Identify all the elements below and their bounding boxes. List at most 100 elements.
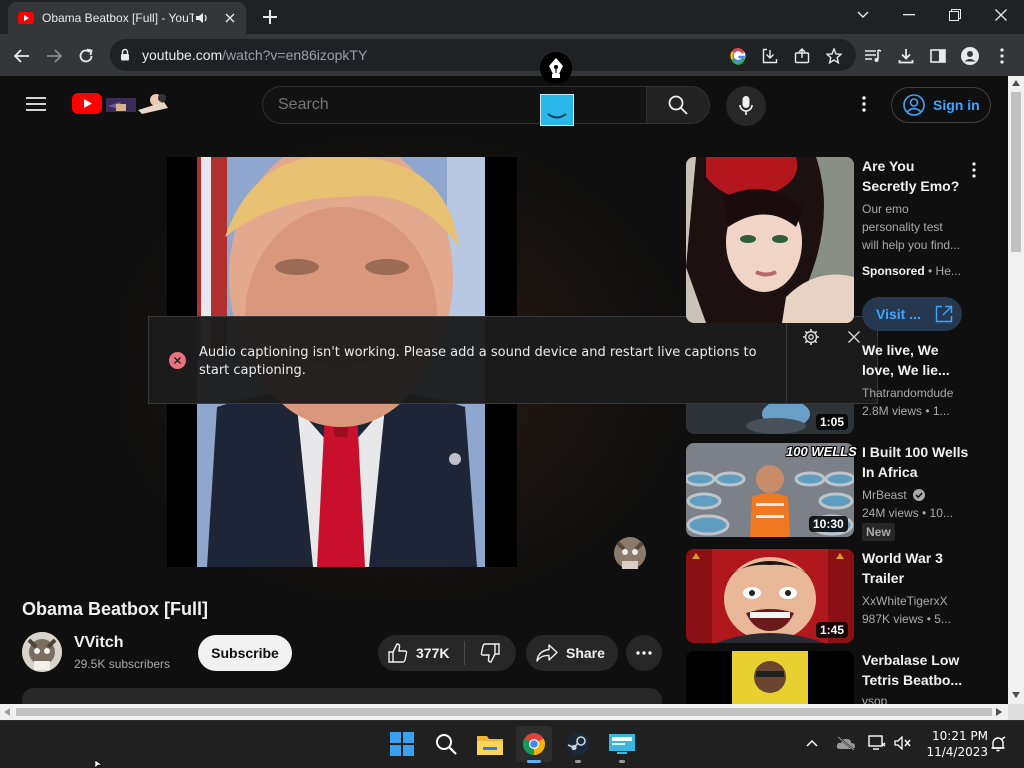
smile-extension-icon[interactable]: [540, 94, 574, 126]
video-stats: 24M views • 10...: [862, 506, 953, 520]
scroll-right-arrow-icon[interactable]: [996, 708, 1002, 716]
bookmark-star-icon[interactable]: [822, 44, 846, 68]
share-button[interactable]: Share: [526, 635, 618, 671]
onedrive-offline-icon[interactable]: [836, 736, 856, 750]
like-count: 377K: [416, 645, 450, 661]
url-path: /watch?v=en86izopkTY: [222, 47, 368, 63]
sign-in-button[interactable]: Sign in: [891, 87, 991, 123]
visit-label: Visit ...: [876, 306, 921, 322]
microphone-icon: [739, 96, 753, 115]
search-icon: [668, 95, 688, 115]
visit-advertiser-button[interactable]: Visit ...: [862, 297, 962, 331]
profile-icon[interactable]: [958, 44, 982, 68]
forward-arrow-icon[interactable]: [41, 43, 67, 69]
install-app-icon[interactable]: [758, 44, 782, 68]
windows-start-icon[interactable]: [384, 726, 420, 762]
channel-name[interactable]: VVitch: [74, 634, 124, 652]
side-panel-icon[interactable]: [926, 44, 950, 68]
rdp-running-indicator: [619, 760, 625, 763]
pen-nib-extension-icon[interactable]: [540, 52, 572, 84]
lock-icon[interactable]: [120, 48, 130, 61]
video-duration: 10:30: [809, 516, 848, 532]
back-arrow-icon[interactable]: [9, 43, 35, 69]
thumbnail-image: [686, 651, 854, 704]
scrollbar-corner: [1008, 704, 1024, 720]
chrome-menu-icon[interactable]: [990, 44, 1014, 68]
network-icon[interactable]: [868, 735, 886, 751]
horizontal-scroll-thumb[interactable]: [16, 708, 992, 716]
chrome-taskbar-icon[interactable]: [516, 726, 552, 762]
ad-thumbnail-image: [686, 157, 854, 323]
hamburger-menu-icon[interactable]: [26, 96, 46, 112]
tray-chevron-up-icon[interactable]: [806, 739, 818, 747]
ad-sponsor-line: Sponsored • He...: [862, 264, 961, 278]
video-title-link[interactable]: I Built 100 Wells In Africa: [862, 442, 972, 482]
google-lens-icon[interactable]: [726, 44, 750, 68]
video-title-link[interactable]: We live, We love, We lie...: [862, 340, 972, 380]
ad-title[interactable]: Are You Secretly Emo?: [862, 156, 972, 196]
minimize-icon[interactable]: [886, 0, 932, 30]
ad-description: Our emo personality test will help you f…: [862, 202, 961, 252]
search-button[interactable]: [646, 86, 710, 124]
media-control-icon[interactable]: [861, 44, 885, 68]
file-explorer-icon[interactable]: [472, 726, 508, 762]
verified-check-icon: [912, 489, 925, 501]
search-input[interactable]: [278, 96, 518, 114]
mouse-cursor-icon: [95, 760, 103, 768]
url-text[interactable]: youtube.com/watch?v=en86izopkTY: [142, 47, 367, 63]
account-icon: [903, 94, 925, 116]
tab-close-icon[interactable]: [222, 10, 238, 26]
volume-muted-icon[interactable]: [894, 736, 912, 750]
steam-running-indicator: [575, 760, 581, 763]
video-title-link[interactable]: Verbalase Low Tetris Beatbo...: [862, 650, 972, 690]
subscribe-button[interactable]: Subscribe: [198, 635, 292, 671]
youtube-logo-icon[interactable]: [72, 90, 170, 116]
like-separator: [464, 641, 465, 665]
channel-label[interactable]: vsop: [862, 692, 972, 704]
error-icon: [169, 352, 186, 369]
scroll-left-arrow-icon[interactable]: [4, 708, 10, 716]
reload-icon[interactable]: [73, 43, 99, 69]
video-stats: 2.8M views • 1...: [862, 404, 950, 418]
video-stats: 987K views • 5...: [862, 612, 951, 626]
share-page-icon[interactable]: [790, 44, 814, 68]
channel-watermark-icon[interactable]: [612, 535, 648, 571]
more-actions-button[interactable]: [626, 635, 662, 671]
channel-row[interactable]: MrBeast: [862, 486, 972, 504]
caption-divider: [786, 318, 787, 402]
voice-search-button[interactable]: [726, 86, 766, 126]
channel-avatar[interactable]: [22, 632, 62, 672]
gear-icon[interactable]: [800, 326, 822, 348]
steam-icon[interactable]: [560, 726, 596, 762]
ad-thumbnail[interactable]: [686, 157, 854, 323]
restore-icon[interactable]: [932, 0, 978, 30]
notification-bell-icon[interactable]: [990, 736, 1006, 752]
speaker-icon[interactable]: [194, 10, 210, 26]
thumbs-down-icon: [480, 643, 500, 663]
dislike-button[interactable]: [466, 635, 514, 671]
taskbar-clock[interactable]: 10:21 PM 11/4/2023: [918, 728, 988, 760]
ad-menu-icon[interactable]: [972, 162, 976, 178]
new-tab-icon[interactable]: [258, 6, 282, 28]
browser-tab[interactable]: Obama Beatbox [Full] - YouTube: [8, 2, 246, 34]
channel-label[interactable]: Thatrandomdude: [862, 384, 972, 402]
downloads-icon[interactable]: [894, 44, 918, 68]
video-duration: 1:45: [816, 622, 849, 638]
like-button[interactable]: 377K: [378, 635, 464, 671]
taskbar-search-icon[interactable]: [428, 726, 464, 762]
remote-desktop-icon[interactable]: [604, 726, 640, 762]
video-title-link[interactable]: World War 3 Trailer: [862, 548, 972, 588]
scroll-down-arrow-icon[interactable]: [1012, 692, 1020, 698]
channel-label[interactable]: XxWhiteTigerxX: [862, 592, 972, 610]
sign-in-label: Sign in: [933, 97, 980, 113]
thumbs-up-icon: [388, 643, 408, 663]
settings-kebab-icon[interactable]: [862, 96, 866, 112]
scroll-up-arrow-icon[interactable]: [1012, 80, 1020, 86]
window-close-icon[interactable]: [978, 0, 1024, 30]
new-badge: New: [862, 523, 895, 541]
video-duration: 1:05: [816, 414, 849, 430]
tab-search-chevron-icon[interactable]: [840, 0, 886, 30]
vertical-scroll-thumb[interactable]: [1011, 92, 1021, 252]
share-label: Share: [566, 645, 605, 661]
video-thumbnail[interactable]: [686, 651, 854, 704]
